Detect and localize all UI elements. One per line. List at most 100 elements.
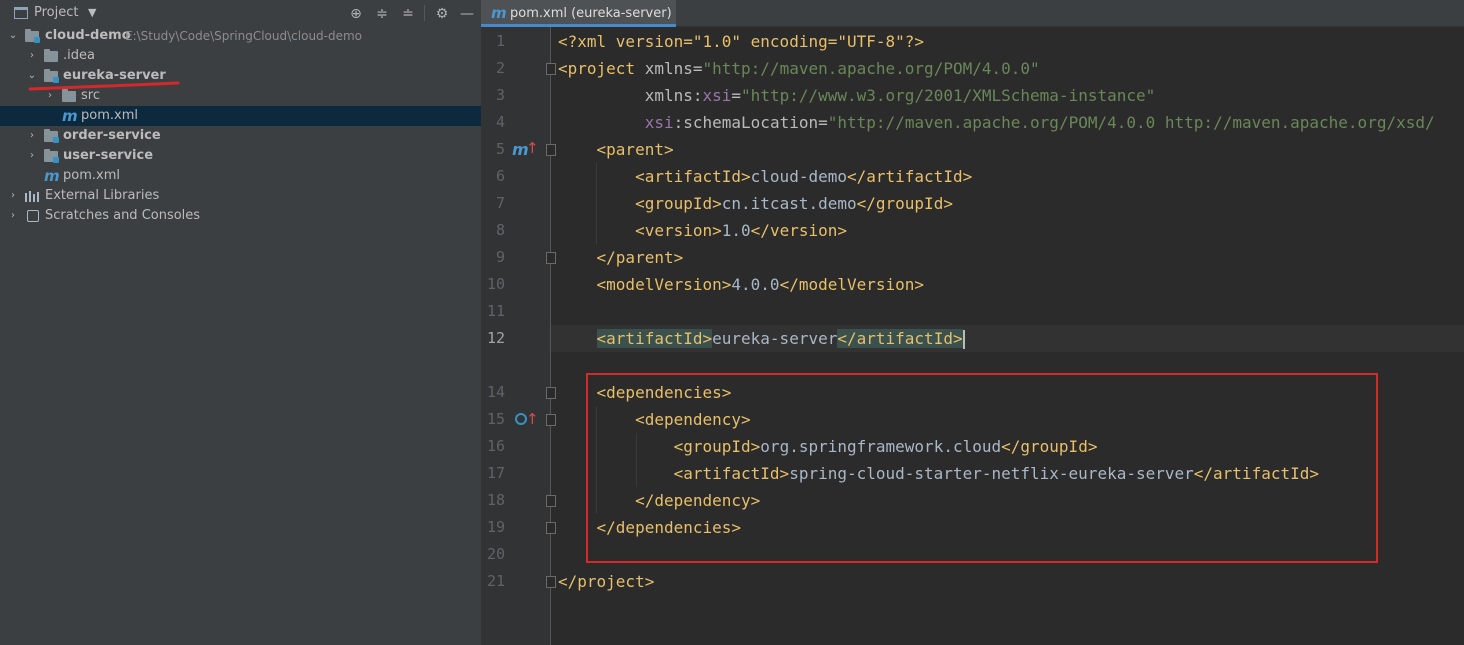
navigate-up-icon[interactable]: ↑ (526, 406, 539, 433)
toolbar-divider (424, 5, 425, 21)
code-line-21[interactable]: </project> (558, 568, 654, 595)
tree-item-idea[interactable]: › .idea (0, 46, 481, 66)
xml-tag: <parent> (596, 140, 674, 159)
fold-marker[interactable] (546, 252, 556, 264)
line-number: 18 (486, 491, 505, 509)
xml-text: cloud-demo (750, 167, 847, 186)
chevron-right-icon[interactable]: › (7, 186, 19, 206)
chevron-right-icon[interactable]: › (7, 206, 19, 226)
code-line-4[interactable]: xsi:schemaLocation="http://maven.apache.… (558, 109, 1435, 136)
maven-icon: m (44, 167, 60, 185)
code-line-8[interactable]: <version>1.0</version> (558, 217, 847, 244)
line-number: 3 (495, 86, 505, 104)
fold-marker[interactable] (546, 387, 556, 399)
code-line-6[interactable]: <artifactId>cloud-demo</artifactId> (558, 163, 972, 190)
fold-marker[interactable] (546, 522, 556, 534)
code-line-9[interactable]: </parent> (558, 244, 684, 271)
xml-tag: <project (558, 59, 636, 78)
project-panel: Project ▼ ⊕ ≑ ≐ ⚙ — ⌄ cloud-demo E:\Stud… (0, 0, 481, 645)
folder-icon (44, 49, 58, 62)
tree-item-label: user-service (63, 148, 154, 163)
maven-icon: m (491, 4, 507, 22)
xml-tag: <artifactId> (635, 167, 751, 186)
xml-tag: </modelVersion> (779, 275, 925, 294)
maven-icon: m (62, 107, 78, 125)
xml-tag: </groupId> (856, 194, 953, 213)
line-number: 15 (486, 410, 505, 428)
tree-item-label: order-service (63, 128, 161, 143)
line-number-current: 12 (486, 329, 505, 347)
chevron-right-icon[interactable]: › (26, 146, 38, 166)
line-number: 4 (495, 113, 505, 131)
expand-all-icon[interactable]: ≑ (373, 5, 391, 23)
xml-tag: <version> (635, 221, 722, 240)
fold-marker[interactable] (546, 63, 556, 75)
chevron-down-icon[interactable]: ⌄ (7, 26, 19, 46)
text-caret (962, 330, 965, 349)
tree-item-label: pom.xml (63, 168, 120, 183)
tree-item-label: Scratches and Consoles (45, 208, 201, 223)
chevron-right-icon[interactable]: › (26, 46, 38, 66)
module-folder-icon (44, 129, 59, 143)
tree-item-root-pom[interactable]: m pom.xml (0, 166, 481, 186)
xml-tag: <groupId> (635, 194, 722, 213)
fold-marker[interactable] (546, 576, 556, 588)
tree-item-eureka-pom[interactable]: m pom.xml (0, 106, 481, 126)
chevron-right-icon[interactable]: › (26, 126, 38, 146)
line-number: 20 (486, 545, 505, 563)
tab-pom-xml[interactable]: m pom.xml (eureka-server) (481, 0, 676, 27)
fold-marker[interactable] (546, 414, 556, 426)
xml-eq: = (818, 113, 828, 132)
xml-tag: </project> (558, 572, 655, 591)
xml-tag-highlighted: <artifactId> (596, 329, 713, 348)
tab-label: pom.xml (eureka-server) (510, 6, 672, 21)
line-number: 16 (486, 437, 505, 455)
locate-icon[interactable]: ⊕ (347, 5, 365, 23)
line-number: 2 (495, 59, 505, 77)
fold-marker[interactable] (546, 144, 556, 156)
navigate-up-icon[interactable]: ↑ (526, 135, 539, 162)
line-number: 9 (495, 248, 505, 266)
tree-item-label: cloud-demo (45, 28, 131, 43)
xml-value: "http://maven.apache.org/POM/4.0.0 http:… (827, 113, 1435, 132)
tree-item-external-libraries[interactable]: › External Libraries (0, 186, 481, 206)
code-line-7[interactable]: <groupId>cn.itcast.demo</groupId> (558, 190, 953, 217)
project-panel-header: Project ▼ ⊕ ≑ ≐ ⚙ — (0, 0, 481, 27)
tree-item-scratches[interactable]: › Scratches and Consoles (0, 206, 481, 226)
line-number: 1 (495, 32, 505, 50)
xml-text: 4.0.0 (731, 275, 780, 294)
xml-attr: :schemaLocation (673, 113, 819, 132)
project-path: E:\Study\Code\SpringCloud\cloud-demo (125, 29, 363, 43)
code-line-12-current[interactable]: <artifactId>eureka-server</artifactId> (551, 325, 1464, 352)
gear-icon[interactable]: ⚙ (433, 5, 451, 23)
tree-item-src[interactable]: › src (0, 86, 481, 106)
chevron-down-icon[interactable]: ▼ (88, 6, 96, 19)
chevron-right-icon[interactable]: › (44, 86, 56, 106)
xml-eq: = (731, 86, 742, 105)
xml-value: "http://maven.apache.org/POM/4.0.0" (702, 59, 1040, 78)
red-annotation-box (586, 373, 1378, 563)
module-folder-icon (25, 29, 40, 43)
xml-tag: </parent> (596, 248, 684, 267)
collapse-all-icon[interactable]: ≐ (399, 5, 417, 23)
tree-item-label: External Libraries (45, 188, 160, 203)
tree-item-cloud-demo[interactable]: ⌄ cloud-demo E:\Study\Code\SpringCloud\c… (0, 26, 481, 46)
minimize-icon[interactable]: — (458, 5, 476, 23)
fold-marker[interactable] (546, 495, 556, 507)
line-number: 11 (486, 302, 505, 320)
code-line-2[interactable]: <project xmlns="http://maven.apache.org/… (558, 55, 1040, 82)
tree-item-user-service[interactable]: › user-service (0, 146, 481, 166)
line-number: 10 (486, 275, 505, 293)
code-line-3[interactable]: xmlns:xsi="http://www.w3.org/2001/XMLSch… (558, 82, 1156, 109)
line-number: 8 (495, 221, 505, 239)
code-line-1[interactable]: <?xml version="1.0" encoding="UTF-8"?> (558, 28, 924, 55)
code-line-10[interactable]: <modelVersion>4.0.0</modelVersion> (558, 271, 925, 298)
xml-tag: </artifactId> (846, 167, 973, 186)
code-line-5[interactable]: <parent> (558, 136, 674, 163)
xml-declaration: <?xml version="1.0" encoding="UTF-8"?> (558, 32, 925, 51)
xml-attr: xmlns: (644, 86, 703, 105)
project-panel-title[interactable]: Project (34, 5, 78, 20)
xml-eq: = (692, 59, 703, 78)
tree-item-order-service[interactable]: › order-service (0, 126, 481, 146)
line-number: 7 (495, 194, 505, 212)
